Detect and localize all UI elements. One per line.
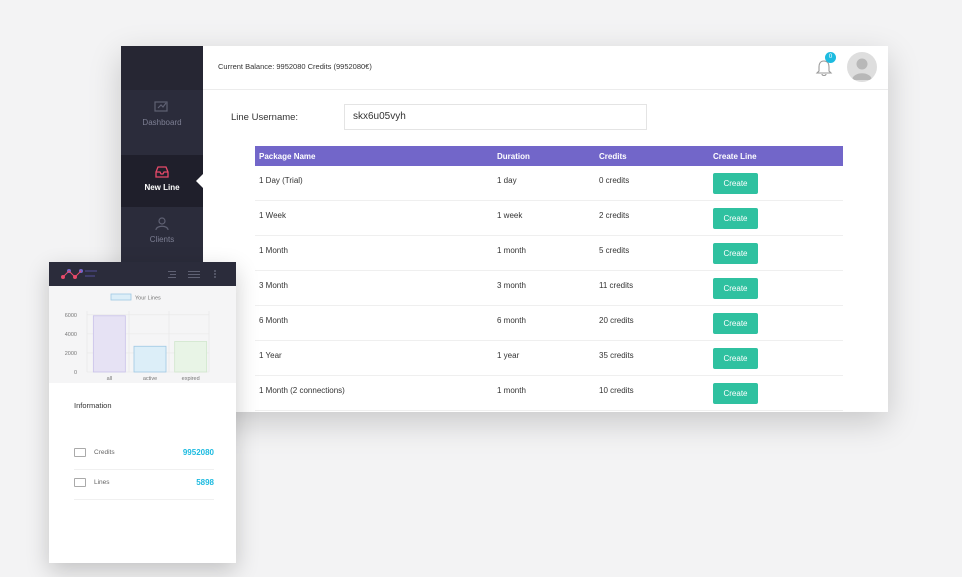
- info-row-credits: Credits 9952080: [74, 440, 214, 470]
- header-create-line: Create Line: [713, 152, 757, 161]
- mobile-window: Your Lines 6000 4000 2000 0 all active expired …: [49, 262, 236, 563]
- x-tick-label: expired: [182, 376, 200, 382]
- bar-expired: [174, 341, 208, 373]
- avatar-icon: [852, 58, 872, 80]
- cell-credits: 10 credits: [599, 386, 634, 395]
- create-button[interactable]: Create: [713, 313, 758, 334]
- create-button[interactable]: Create: [713, 173, 758, 194]
- y-tick-label: 6000: [65, 313, 77, 319]
- cell-package-name: 6 Month: [259, 316, 288, 325]
- bar-active: [133, 345, 167, 373]
- information-panel: Information Credits 9952080 Lines 5898: [59, 383, 225, 563]
- cell-duration: 1 year: [497, 351, 520, 360]
- cell-package-name: 1 Day (Trial): [259, 176, 303, 185]
- create-button[interactable]: Create: [713, 348, 758, 369]
- cell-credits: 20 credits: [599, 316, 634, 325]
- cell-package-name: 1 Week: [259, 211, 286, 220]
- sidebar-brand: [121, 46, 203, 90]
- topbar: Current Balance: 9952080 Credits (995208…: [203, 46, 888, 90]
- table-row: 1 Month 1 month 5 credits Create: [255, 236, 843, 271]
- user-icon: [155, 217, 169, 231]
- cell-duration: 1 month: [497, 386, 526, 395]
- sidebar-item-clients[interactable]: Clients: [121, 207, 203, 259]
- cell-duration: 1 day: [497, 176, 517, 185]
- x-tick-label: all: [107, 376, 113, 382]
- info-row-lines: Lines 5898: [74, 470, 214, 500]
- table-row: 6 Month 6 month 20 credits Create: [255, 306, 843, 341]
- info-value: 9952080: [182, 448, 214, 457]
- x-tick-label: active: [143, 376, 157, 382]
- cell-credits: 35 credits: [599, 351, 634, 360]
- lines-chart-panel: Your Lines 6000 4000 2000 0 all active expired: [49, 286, 236, 383]
- cell-credits: 0 credits: [599, 176, 630, 185]
- legend-label: Your Lines: [135, 296, 161, 302]
- desktop-window: Dashboard New Line Clients Current Balan…: [121, 46, 888, 412]
- cell-credits: 11 credits: [599, 281, 634, 290]
- dashboard-icon: [154, 101, 168, 112]
- create-button[interactable]: Create: [713, 278, 758, 299]
- current-balance: Current Balance: 9952080 Credits (995208…: [218, 62, 372, 71]
- create-button[interactable]: Create: [713, 383, 758, 404]
- cell-credits: 5 credits: [599, 246, 630, 255]
- sidebar-item-label: New Line: [144, 183, 180, 192]
- username-label: Line Username:: [231, 112, 299, 123]
- sidebar-item-label: Clients: [149, 235, 175, 244]
- notification-badge: 0: [825, 52, 836, 63]
- cell-duration: 6 month: [497, 316, 526, 325]
- sidebar-item-label: Dashboard: [142, 118, 182, 127]
- header-package-name: Package Name: [259, 152, 316, 161]
- cell-package-name: 1 Year: [259, 351, 282, 360]
- y-tick-label: 0: [74, 370, 77, 376]
- cell-package-name: 3 Month: [259, 281, 288, 290]
- bar-all: [92, 315, 126, 373]
- credits-icon: [74, 448, 86, 457]
- table-header: Package Name Duration Credits Create Lin…: [255, 146, 843, 166]
- cell-credits: 2 credits: [599, 211, 630, 220]
- information-title: Information: [74, 401, 112, 410]
- table-row: 1 Day (Trial) 1 day 0 credits Create: [255, 166, 843, 201]
- info-label: Lines: [94, 479, 110, 486]
- table-row: 1 Week 1 week 2 credits Create: [255, 201, 843, 236]
- y-tick-label: 4000: [65, 332, 77, 338]
- table-row: 1 Month (2 connections) 1 month 10 credits…: [255, 376, 843, 411]
- cell-duration: 3 month: [497, 281, 526, 290]
- sidebar-item-new-line[interactable]: New Line: [121, 155, 204, 207]
- avatar[interactable]: [847, 52, 877, 82]
- new-line-content: Line Username: skx6u05vyh Package Name D…: [203, 90, 888, 412]
- table-row: 1 Year 1 year 35 credits Create: [255, 341, 843, 376]
- mobile-topbar: [49, 262, 236, 286]
- header-duration: Duration: [497, 152, 530, 161]
- cell-duration: 1 month: [497, 246, 526, 255]
- logo-icon: [61, 269, 97, 279]
- sidebar-item-dashboard[interactable]: Dashboard: [121, 90, 203, 142]
- inbox-icon: [155, 166, 169, 178]
- create-button[interactable]: Create: [713, 208, 758, 229]
- table-body: 1 Day (Trial) 1 day 0 credits Create 1 Week 1…: [255, 166, 843, 411]
- stage: Dashboard New Line Clients Current Balan…: [0, 0, 962, 577]
- lines-icon: [74, 478, 86, 487]
- cell-package-name: 1 Month: [259, 246, 288, 255]
- username-input[interactable]: skx6u05vyh: [344, 104, 647, 130]
- y-tick-label: 2000: [65, 351, 77, 357]
- create-button[interactable]: Create: [713, 243, 758, 264]
- packages-table: Package Name Duration Credits Create Lin…: [255, 146, 843, 411]
- legend-swatch: [110, 293, 132, 301]
- header-credits: Credits: [599, 152, 627, 161]
- cell-package-name: 1 Month (2 connections): [259, 386, 345, 395]
- cell-duration: 1 week: [497, 211, 523, 220]
- menu-icon[interactable]: [168, 269, 218, 279]
- table-row: 3 Month 3 month 11 credits Create: [255, 271, 843, 306]
- info-value: 5898: [196, 478, 214, 487]
- info-label: Credits: [94, 449, 115, 456]
- lines-bar-chart: Your Lines 6000 4000 2000 0 all active expired: [65, 293, 210, 382]
